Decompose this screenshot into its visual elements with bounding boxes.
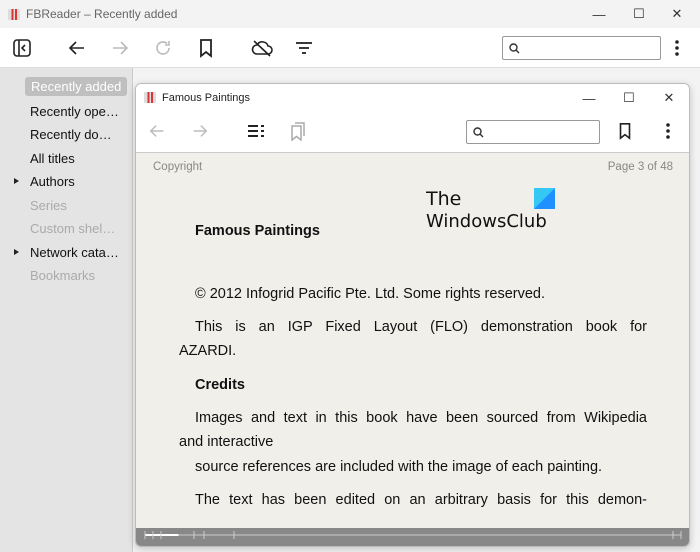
bookmark-icon[interactable] (193, 36, 219, 60)
filter-icon[interactable] (291, 36, 317, 60)
page-header-section: Copyright (153, 161, 203, 173)
search-icon (509, 43, 520, 54)
reader-search-input[interactable] (466, 120, 600, 144)
refresh-icon[interactable] (150, 36, 176, 60)
progress-ticks (144, 531, 682, 539)
library-sidebar: Recently added Recently ope… Recently do… (0, 68, 133, 552)
reader-back-icon[interactable] (144, 119, 170, 143)
sidebar-item-network-catalogs[interactable]: Network cata… (30, 245, 119, 260)
book-heading: Famous Paintings (195, 223, 320, 239)
paragraph-3: The text has been edited on an arbitrary… (195, 492, 647, 508)
reader-toolbar (136, 111, 689, 152)
library-search-input[interactable] (502, 36, 661, 60)
copyright-line: © 2012 Infogrid Pacific Pte. Ltd. Some r… (195, 286, 545, 302)
app-titlebar: FBReader – Recently added — ☐ ✕ (0, 0, 700, 28)
paragraph-1: This is an IGP Fixed Layout (FLO) demons… (195, 319, 647, 335)
paragraph-2: Images and text in this book have been s… (195, 410, 647, 426)
paragraph-1-cont: AZARDI. (179, 343, 237, 359)
book-page: Copyright Page 3 of 48 The WindowsClub Fa… (136, 152, 689, 528)
reader-window: Famous Paintings — ☐ ✕ Copyright Page 3 … (135, 83, 690, 547)
reader-titlebar: Famous Paintings — ☐ ✕ (136, 84, 689, 112)
more-vertical-icon[interactable] (664, 36, 690, 60)
watermark-logo: The WindowsClub (425, 185, 558, 232)
cloud-off-icon[interactable] (249, 36, 275, 60)
close-button[interactable]: ✕ (654, 0, 700, 28)
book-icon (144, 92, 156, 103)
reader-bookmark-icon[interactable] (612, 119, 638, 143)
sidebar-item-series: Series (30, 198, 67, 213)
sidebar-item-recently-added[interactable]: Recently added (25, 77, 128, 96)
search-icon (473, 127, 484, 138)
sidebar-item-recently-downloaded[interactable]: Recently do… (30, 127, 112, 142)
back-icon[interactable] (64, 36, 90, 60)
expand-arrow-icon[interactable] (14, 178, 19, 184)
sidebar-item-custom-shelves: Custom shel… (30, 221, 116, 236)
sidebar-item-all-titles[interactable]: All titles (30, 151, 75, 166)
app-logo-icon (8, 8, 20, 20)
bookmarks-list-icon[interactable] (285, 119, 311, 143)
expand-arrow-icon[interactable] (14, 249, 19, 255)
page-progress-bar[interactable] (136, 528, 689, 546)
forward-icon[interactable] (107, 36, 133, 60)
reader-more-icon[interactable] (655, 119, 681, 143)
sidebar-item-recently-opened[interactable]: Recently ope… (30, 104, 119, 119)
main-toolbar (0, 28, 700, 68)
reader-close-button[interactable]: ✕ (646, 84, 689, 112)
sidebar-item-authors[interactable]: Authors (30, 174, 75, 189)
svg-text:The: The (426, 188, 461, 210)
page-number: Page 3 of 48 (607, 161, 673, 173)
paragraph-2-cont: and interactive (179, 434, 274, 450)
sidebar-toggle-icon[interactable] (9, 36, 35, 60)
svg-text:WindowsClub: WindowsClub (426, 211, 547, 229)
reader-forward-icon[interactable] (187, 119, 213, 143)
reader-title: Famous Paintings (162, 91, 251, 104)
table-of-contents-icon[interactable] (243, 119, 269, 143)
credits-heading: Credits (195, 377, 245, 393)
window-title: FBReader – Recently added (26, 7, 178, 21)
sidebar-item-bookmarks: Bookmarks (30, 268, 96, 283)
paragraph-2-line3: source references are included with the … (195, 459, 603, 475)
